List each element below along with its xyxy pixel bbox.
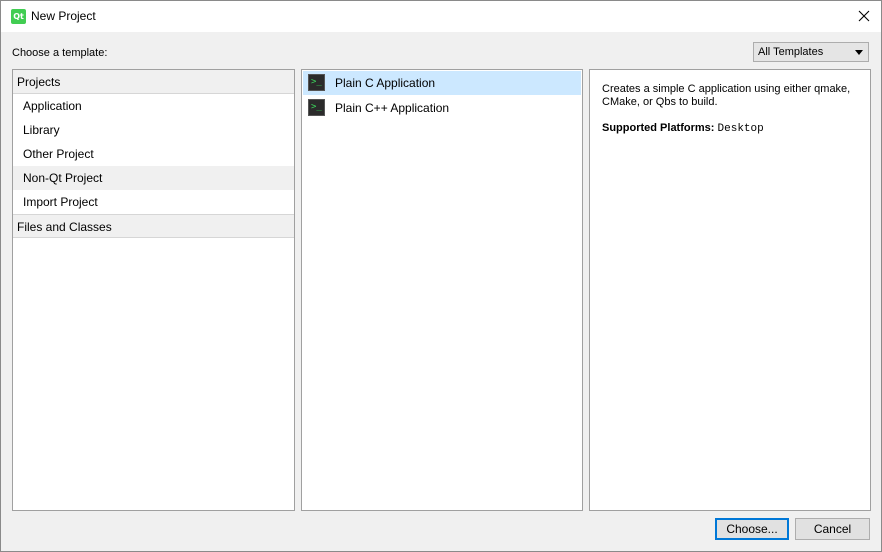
supported-platforms-label: Supported Platforms: [602, 122, 715, 134]
terminal-icon: >_ [308, 99, 325, 116]
category-header-files-and-classes[interactable]: Files and Classes [13, 214, 294, 238]
template-label: Plain C Application [335, 76, 436, 90]
choose-template-label: Choose a template: [12, 47, 108, 59]
template-description: Creates a simple C application using eit… [602, 83, 851, 108]
qt-creator-icon: Qt [11, 9, 26, 24]
terminal-icon: >_ [308, 74, 325, 91]
category-item-import-project[interactable]: Import Project [13, 190, 294, 214]
cancel-button[interactable]: Cancel [795, 518, 870, 540]
window-title: New Project [31, 9, 96, 23]
supported-platforms-value: Desktop [717, 123, 764, 135]
category-header-projects[interactable]: Projects [13, 70, 294, 94]
template-description-panel: Creates a simple C application using eit… [589, 69, 871, 511]
supported-platforms: Supported Platforms: Desktop [602, 122, 764, 135]
choose-button[interactable]: Choose... [715, 518, 789, 540]
title-bar: Qt New Project [1, 1, 881, 32]
chevron-down-icon [855, 50, 863, 55]
category-item-application[interactable]: Application [13, 94, 294, 118]
template-filter-value: All Templates [758, 46, 824, 58]
new-project-dialog: Qt New Project Choose a template: All Te… [0, 0, 882, 552]
template-label: Plain C++ Application [335, 101, 450, 115]
category-item-other-project[interactable]: Other Project [13, 142, 294, 166]
template-item-plain-c-application[interactable]: >_ Plain C Application [303, 71, 581, 95]
template-item-plain-cpp-application[interactable]: >_ Plain C++ Application [303, 96, 581, 120]
template-filter-dropdown[interactable]: All Templates [753, 42, 869, 62]
category-item-library[interactable]: Library [13, 118, 294, 142]
close-icon [858, 10, 870, 22]
category-list: Projects Application Library Other Proje… [12, 69, 295, 511]
dialog-body: Choose a template: All Templates Project… [1, 32, 881, 551]
category-item-non-qt-project[interactable]: Non-Qt Project [13, 166, 294, 190]
template-list: >_ Plain C Application >_ Plain C++ Appl… [301, 69, 583, 511]
close-button[interactable] [851, 4, 877, 28]
